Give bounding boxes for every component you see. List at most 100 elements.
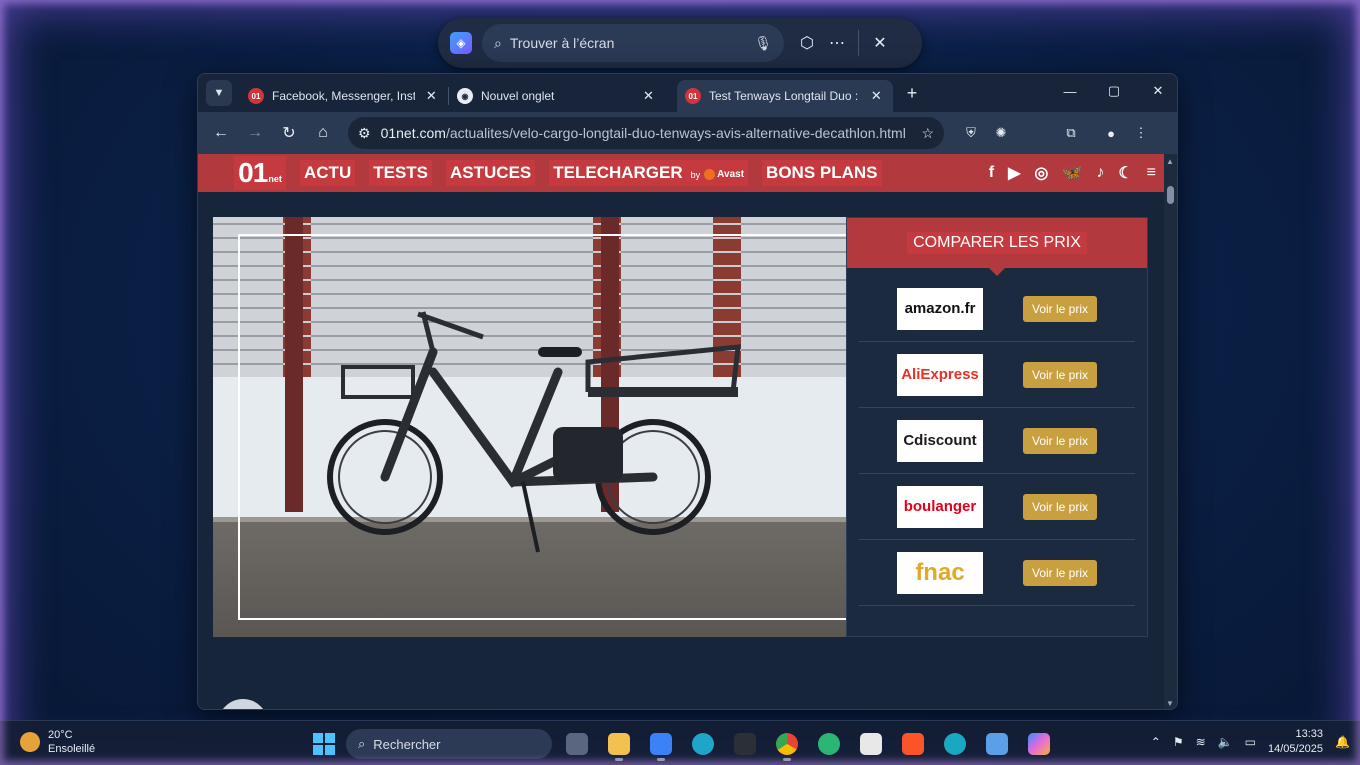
see-price-button[interactable]: Voir le prix bbox=[1023, 295, 1097, 322]
wifi-icon[interactable]: ≋ bbox=[1196, 735, 1206, 749]
window-close-icon[interactable]: ✕ bbox=[1145, 80, 1171, 102]
nav-by-label: by bbox=[690, 170, 701, 180]
volume-icon[interactable]: 🔈 bbox=[1218, 735, 1233, 749]
nav-astuces[interactable]: ASTUCES bbox=[446, 160, 536, 186]
weather-condition: Ensoleillé bbox=[48, 743, 96, 755]
chrome-icon[interactable] bbox=[770, 727, 804, 761]
url-path: /actualites/velo-cargo-longtail-duo-tenw… bbox=[445, 125, 906, 141]
nav-bons-plans[interactable]: BONS PLANS bbox=[762, 160, 882, 186]
youtube-icon[interactable]: ▶ bbox=[1008, 163, 1020, 183]
hero-selection-frame bbox=[238, 234, 846, 620]
dark-mode-moon-icon[interactable]: ☾ bbox=[1118, 163, 1132, 183]
forward-arrow-icon[interactable]: → bbox=[240, 118, 270, 148]
edge-canary-icon[interactable] bbox=[812, 727, 846, 761]
brave-icon[interactable] bbox=[896, 727, 930, 761]
screen-search-box[interactable]: ⌕ Trouver à l’écran 🎙 bbox=[482, 24, 784, 62]
aliexpress-logo[interactable]: AliExpress bbox=[897, 353, 983, 396]
see-price-button[interactable]: Voir le prix bbox=[1023, 559, 1097, 586]
app-icon[interactable] bbox=[938, 727, 972, 761]
home-icon[interactable]: ⌂ bbox=[308, 118, 338, 148]
search-icon: ⌕ bbox=[358, 736, 366, 751]
edge-icon[interactable] bbox=[686, 727, 720, 761]
tab-search-chevron-icon[interactable]: ▼ bbox=[206, 80, 232, 106]
cube-icon[interactable]: ⬡ bbox=[792, 28, 822, 58]
chevron-up-icon[interactable]: ⌃ bbox=[1151, 735, 1161, 749]
fnac-logo[interactable]: fnac bbox=[897, 551, 983, 594]
mic-icon[interactable]: 🎙 bbox=[754, 35, 772, 52]
microsoft-store-icon[interactable] bbox=[644, 727, 678, 761]
pill-divider bbox=[858, 30, 859, 56]
tiktok-icon[interactable]: ♪ bbox=[1096, 164, 1104, 182]
boulanger-logo[interactable]: boulanger bbox=[897, 485, 983, 528]
taskbar-apps: ⌕ Rechercher bbox=[310, 727, 1056, 761]
compare-title: COMPARER LES PRIX bbox=[907, 232, 1087, 254]
tab-tenways-article[interactable]: 01 Test Tenways Longtail Duo : ultra ✕ bbox=[677, 80, 893, 112]
copilot-icon[interactable] bbox=[1022, 727, 1056, 761]
back-arrow-icon[interactable]: ← bbox=[206, 118, 236, 148]
nav-actu[interactable]: ACTU bbox=[300, 160, 356, 186]
nav-telecharger[interactable]: TELECHARGER by Avast bbox=[549, 160, 749, 186]
notification-bell-icon[interactable]: 🔔 bbox=[1335, 735, 1350, 749]
tab-new-tab[interactable]: ◉ Nouvel onglet ✕ bbox=[449, 80, 665, 112]
browser-window: ▼ 01 Facebook, Messenger, Instagram ✕ ◉ … bbox=[197, 73, 1178, 710]
browser-toolbar: ← → ↻ ⌂ ⚙ 01net.com/actualites/velo-carg… bbox=[198, 112, 1177, 154]
maximize-icon[interactable]: ▢ bbox=[1101, 80, 1127, 102]
notepad-icon[interactable] bbox=[980, 727, 1014, 761]
task-view-icon[interactable] bbox=[560, 727, 594, 761]
web-page: 01 net ACTU TESTS ASTUCES TELECHARGER by … bbox=[198, 154, 1166, 709]
chrome-icon: ◉ bbox=[457, 88, 473, 104]
amazon-logo[interactable]: amazon.fr bbox=[897, 287, 983, 330]
tab-title: Facebook, Messenger, Instagram bbox=[272, 89, 415, 103]
offer-row: boulanger Voir le prix bbox=[859, 474, 1135, 540]
scroll-down-arrow-icon[interactable]: ▼ bbox=[1166, 699, 1174, 708]
see-price-button[interactable]: Voir le prix bbox=[1023, 493, 1097, 520]
logo-sup: net bbox=[268, 174, 282, 184]
browser-menu-icon[interactable]: ⋮ bbox=[1128, 120, 1154, 146]
weather-widget[interactable]: 20°C Ensoleillé bbox=[20, 728, 95, 756]
slack-icon[interactable] bbox=[854, 727, 888, 761]
cdiscount-logo[interactable]: Cdiscount bbox=[897, 419, 983, 462]
nav-tests[interactable]: TESTS bbox=[369, 160, 433, 186]
01net-favicon-icon: 01 bbox=[248, 88, 264, 104]
see-price-button[interactable]: Voir le prix bbox=[1023, 361, 1097, 388]
taskbar-search[interactable]: ⌕ Rechercher bbox=[346, 729, 552, 759]
bluesky-icon[interactable]: 🦋 bbox=[1062, 163, 1082, 183]
logo-text: 01 bbox=[238, 157, 268, 188]
01net-logo[interactable]: 01 net bbox=[234, 156, 286, 190]
terminal-icon[interactable] bbox=[728, 727, 762, 761]
extensions-puzzle-icon[interactable]: ⧉ bbox=[1058, 120, 1084, 146]
tray-app-icon[interactable]: ⚑ bbox=[1173, 735, 1184, 749]
shield-extension-icon[interactable]: ⛨ bbox=[958, 120, 984, 146]
close-tab-icon[interactable]: ✕ bbox=[868, 87, 885, 105]
close-icon[interactable]: ✕ bbox=[865, 28, 895, 58]
file-explorer-icon[interactable] bbox=[602, 727, 636, 761]
more-icon[interactable]: ⋯ bbox=[822, 28, 852, 58]
scroll-up-arrow-icon[interactable]: ▲ bbox=[1166, 157, 1174, 166]
facebook-icon[interactable]: f bbox=[989, 164, 994, 182]
see-price-button[interactable]: Voir le prix bbox=[1023, 427, 1097, 454]
site-info-icon[interactable]: ⚙ bbox=[358, 125, 371, 142]
profile-avatar[interactable]: ● bbox=[1098, 120, 1124, 146]
google-lens-icon[interactable]: ◈ bbox=[450, 32, 472, 54]
scrollbar-thumb[interactable] bbox=[1167, 186, 1174, 204]
reload-icon[interactable]: ↻ bbox=[274, 118, 304, 148]
address-bar[interactable]: ⚙ 01net.com/actualites/velo-cargo-longta… bbox=[348, 117, 944, 149]
nav-telecharger-label: TELECHARGER bbox=[553, 163, 683, 182]
avast-label: Avast bbox=[717, 169, 745, 180]
close-tab-icon[interactable]: ✕ bbox=[423, 87, 440, 105]
minimize-icon[interactable]: — bbox=[1057, 80, 1083, 102]
close-tab-icon[interactable]: ✕ bbox=[640, 87, 657, 105]
page-scrollbar[interactable]: ▲ ▼ bbox=[1164, 154, 1177, 709]
hamburger-menu-icon[interactable]: ≡ bbox=[1147, 164, 1156, 182]
search-icon: ⌕ bbox=[494, 34, 502, 51]
extension-icon[interactable]: ✺ bbox=[988, 120, 1014, 146]
01net-favicon-icon: 01 bbox=[685, 88, 701, 104]
windows-start-icon[interactable] bbox=[310, 730, 338, 758]
tab-facebook[interactable]: 01 Facebook, Messenger, Instagram ✕ bbox=[240, 80, 448, 112]
clock[interactable]: 13:33 14/05/2025 bbox=[1268, 727, 1323, 757]
offer-row: AliExpress Voir le prix bbox=[859, 342, 1135, 408]
new-tab-plus-icon[interactable]: + bbox=[899, 80, 925, 106]
instagram-icon[interactable]: ◎ bbox=[1034, 163, 1048, 183]
bookmark-star-icon[interactable]: ☆ bbox=[921, 125, 934, 142]
battery-icon[interactable]: ▭ bbox=[1245, 735, 1256, 749]
